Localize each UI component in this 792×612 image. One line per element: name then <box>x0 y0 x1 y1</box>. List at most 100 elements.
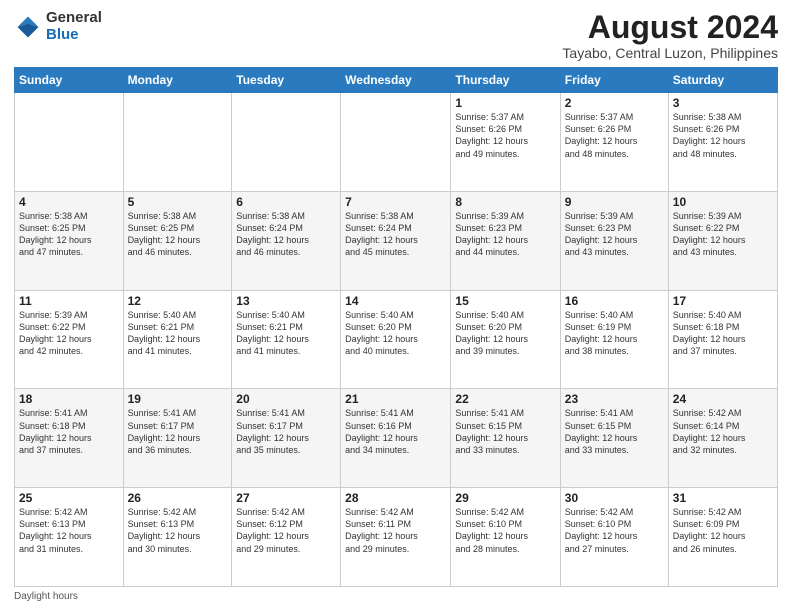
calendar-cell: 27Sunrise: 5:42 AM Sunset: 6:12 PM Dayli… <box>232 488 341 587</box>
day-number: 31 <box>673 491 773 505</box>
day-info: Sunrise: 5:39 AM Sunset: 6:22 PM Dayligh… <box>19 309 119 358</box>
calendar-header-row: SundayMondayTuesdayWednesdayThursdayFrid… <box>15 68 778 93</box>
calendar-cell: 1Sunrise: 5:37 AM Sunset: 6:26 PM Daylig… <box>451 93 560 192</box>
day-number: 11 <box>19 294 119 308</box>
calendar-cell: 26Sunrise: 5:42 AM Sunset: 6:13 PM Dayli… <box>123 488 232 587</box>
calendar-cell: 16Sunrise: 5:40 AM Sunset: 6:19 PM Dayli… <box>560 290 668 389</box>
day-number: 13 <box>236 294 336 308</box>
col-header-saturday: Saturday <box>668 68 777 93</box>
day-info: Sunrise: 5:39 AM Sunset: 6:23 PM Dayligh… <box>565 210 664 259</box>
day-number: 27 <box>236 491 336 505</box>
day-info: Sunrise: 5:40 AM Sunset: 6:18 PM Dayligh… <box>673 309 773 358</box>
day-number: 25 <box>19 491 119 505</box>
day-info: Sunrise: 5:40 AM Sunset: 6:20 PM Dayligh… <box>345 309 446 358</box>
col-header-tuesday: Tuesday <box>232 68 341 93</box>
calendar-cell: 20Sunrise: 5:41 AM Sunset: 6:17 PM Dayli… <box>232 389 341 488</box>
day-number: 10 <box>673 195 773 209</box>
calendar-cell: 7Sunrise: 5:38 AM Sunset: 6:24 PM Daylig… <box>341 191 451 290</box>
day-number: 23 <box>565 392 664 406</box>
day-info: Sunrise: 5:39 AM Sunset: 6:22 PM Dayligh… <box>673 210 773 259</box>
col-header-sunday: Sunday <box>15 68 124 93</box>
day-info: Sunrise: 5:41 AM Sunset: 6:17 PM Dayligh… <box>236 407 336 456</box>
calendar-cell: 11Sunrise: 5:39 AM Sunset: 6:22 PM Dayli… <box>15 290 124 389</box>
location-subtitle: Tayabo, Central Luzon, Philippines <box>562 45 778 61</box>
col-header-friday: Friday <box>560 68 668 93</box>
day-info: Sunrise: 5:41 AM Sunset: 6:18 PM Dayligh… <box>19 407 119 456</box>
day-info: Sunrise: 5:38 AM Sunset: 6:24 PM Dayligh… <box>236 210 336 259</box>
footer: Daylight hours <box>14 591 778 602</box>
calendar-cell <box>123 93 232 192</box>
day-number: 4 <box>19 195 119 209</box>
day-info: Sunrise: 5:38 AM Sunset: 6:25 PM Dayligh… <box>128 210 228 259</box>
calendar-cell: 8Sunrise: 5:39 AM Sunset: 6:23 PM Daylig… <box>451 191 560 290</box>
day-info: Sunrise: 5:37 AM Sunset: 6:26 PM Dayligh… <box>455 111 555 160</box>
calendar-cell: 24Sunrise: 5:42 AM Sunset: 6:14 PM Dayli… <box>668 389 777 488</box>
calendar-cell: 29Sunrise: 5:42 AM Sunset: 6:10 PM Dayli… <box>451 488 560 587</box>
day-info: Sunrise: 5:39 AM Sunset: 6:23 PM Dayligh… <box>455 210 555 259</box>
day-number: 22 <box>455 392 555 406</box>
day-info: Sunrise: 5:40 AM Sunset: 6:21 PM Dayligh… <box>128 309 228 358</box>
day-info: Sunrise: 5:40 AM Sunset: 6:20 PM Dayligh… <box>455 309 555 358</box>
daylight-label: Daylight hours <box>14 591 78 602</box>
day-number: 12 <box>128 294 228 308</box>
day-info: Sunrise: 5:38 AM Sunset: 6:25 PM Dayligh… <box>19 210 119 259</box>
day-info: Sunrise: 5:41 AM Sunset: 6:17 PM Dayligh… <box>128 407 228 456</box>
day-number: 8 <box>455 195 555 209</box>
calendar-cell: 28Sunrise: 5:42 AM Sunset: 6:11 PM Dayli… <box>341 488 451 587</box>
calendar-cell: 2Sunrise: 5:37 AM Sunset: 6:26 PM Daylig… <box>560 93 668 192</box>
day-number: 30 <box>565 491 664 505</box>
calendar-cell: 13Sunrise: 5:40 AM Sunset: 6:21 PM Dayli… <box>232 290 341 389</box>
calendar-cell: 10Sunrise: 5:39 AM Sunset: 6:22 PM Dayli… <box>668 191 777 290</box>
calendar-cell <box>341 93 451 192</box>
col-header-wednesday: Wednesday <box>341 68 451 93</box>
day-number: 28 <box>345 491 446 505</box>
calendar-cell: 23Sunrise: 5:41 AM Sunset: 6:15 PM Dayli… <box>560 389 668 488</box>
calendar-cell: 5Sunrise: 5:38 AM Sunset: 6:25 PM Daylig… <box>123 191 232 290</box>
week-row-1: 1Sunrise: 5:37 AM Sunset: 6:26 PM Daylig… <box>15 93 778 192</box>
day-info: Sunrise: 5:40 AM Sunset: 6:19 PM Dayligh… <box>565 309 664 358</box>
logo: General Blue <box>14 10 102 43</box>
day-info: Sunrise: 5:42 AM Sunset: 6:09 PM Dayligh… <box>673 506 773 555</box>
logo-icon <box>14 13 42 41</box>
calendar-cell <box>232 93 341 192</box>
day-number: 17 <box>673 294 773 308</box>
calendar-cell: 22Sunrise: 5:41 AM Sunset: 6:15 PM Dayli… <box>451 389 560 488</box>
day-info: Sunrise: 5:42 AM Sunset: 6:11 PM Dayligh… <box>345 506 446 555</box>
logo-text: General Blue <box>46 10 102 43</box>
day-number: 6 <box>236 195 336 209</box>
calendar-cell <box>15 93 124 192</box>
month-year-title: August 2024 <box>562 10 778 45</box>
calendar-cell: 21Sunrise: 5:41 AM Sunset: 6:16 PM Dayli… <box>341 389 451 488</box>
day-info: Sunrise: 5:41 AM Sunset: 6:15 PM Dayligh… <box>455 407 555 456</box>
week-row-5: 25Sunrise: 5:42 AM Sunset: 6:13 PM Dayli… <box>15 488 778 587</box>
day-number: 16 <box>565 294 664 308</box>
week-row-3: 11Sunrise: 5:39 AM Sunset: 6:22 PM Dayli… <box>15 290 778 389</box>
day-number: 18 <box>19 392 119 406</box>
calendar-cell: 9Sunrise: 5:39 AM Sunset: 6:23 PM Daylig… <box>560 191 668 290</box>
calendar-cell: 19Sunrise: 5:41 AM Sunset: 6:17 PM Dayli… <box>123 389 232 488</box>
day-number: 29 <box>455 491 555 505</box>
day-number: 2 <box>565 96 664 110</box>
calendar-cell: 30Sunrise: 5:42 AM Sunset: 6:10 PM Dayli… <box>560 488 668 587</box>
day-info: Sunrise: 5:42 AM Sunset: 6:10 PM Dayligh… <box>455 506 555 555</box>
calendar-cell: 17Sunrise: 5:40 AM Sunset: 6:18 PM Dayli… <box>668 290 777 389</box>
day-number: 20 <box>236 392 336 406</box>
calendar-cell: 3Sunrise: 5:38 AM Sunset: 6:26 PM Daylig… <box>668 93 777 192</box>
day-number: 9 <box>565 195 664 209</box>
day-info: Sunrise: 5:42 AM Sunset: 6:13 PM Dayligh… <box>19 506 119 555</box>
day-number: 19 <box>128 392 228 406</box>
header: General Blue August 2024 Tayabo, Central… <box>14 10 778 61</box>
day-number: 3 <box>673 96 773 110</box>
day-number: 21 <box>345 392 446 406</box>
calendar-cell: 14Sunrise: 5:40 AM Sunset: 6:20 PM Dayli… <box>341 290 451 389</box>
day-info: Sunrise: 5:41 AM Sunset: 6:16 PM Dayligh… <box>345 407 446 456</box>
day-info: Sunrise: 5:38 AM Sunset: 6:26 PM Dayligh… <box>673 111 773 160</box>
logo-general-text: General <box>46 9 102 26</box>
day-number: 26 <box>128 491 228 505</box>
calendar-cell: 18Sunrise: 5:41 AM Sunset: 6:18 PM Dayli… <box>15 389 124 488</box>
day-number: 24 <box>673 392 773 406</box>
day-info: Sunrise: 5:41 AM Sunset: 6:15 PM Dayligh… <box>565 407 664 456</box>
day-info: Sunrise: 5:40 AM Sunset: 6:21 PM Dayligh… <box>236 309 336 358</box>
col-header-monday: Monday <box>123 68 232 93</box>
week-row-4: 18Sunrise: 5:41 AM Sunset: 6:18 PM Dayli… <box>15 389 778 488</box>
